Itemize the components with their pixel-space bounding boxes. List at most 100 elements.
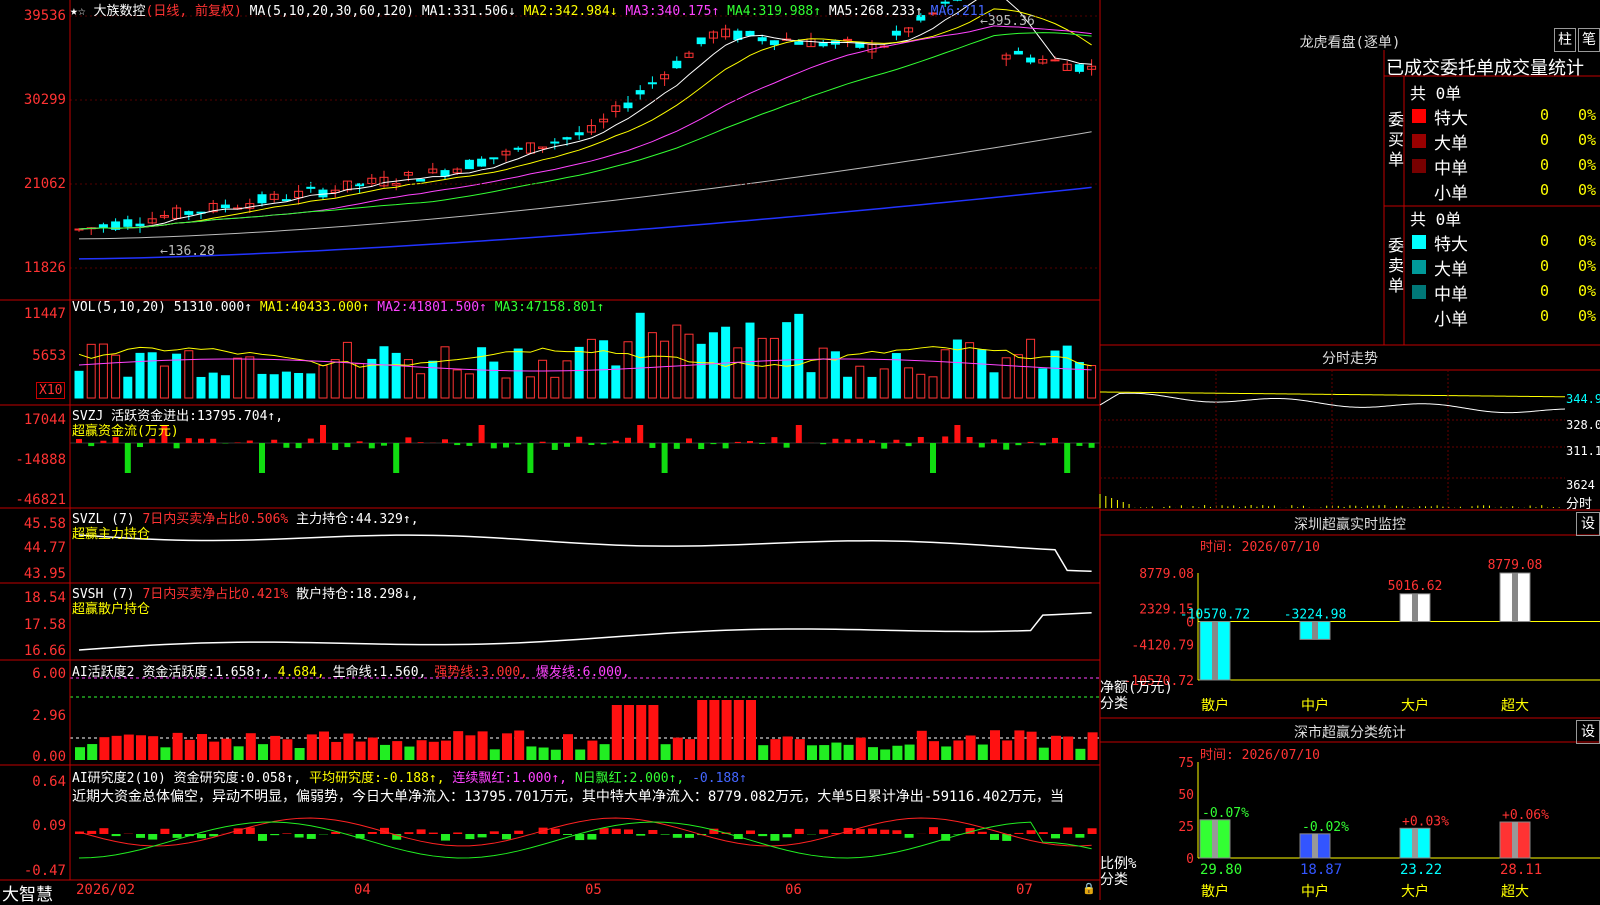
buy-row-name: 中单 [1434, 154, 1468, 179]
classify-bar-shade [1512, 822, 1518, 858]
ma2-name: MA2: [524, 4, 555, 19]
ma5-value: 268.233↑ [860, 4, 923, 19]
buy-row-qty: 0 [1540, 131, 1549, 149]
kline-y-tick: 21062 [0, 176, 66, 192]
kline-y-tick: 39536 [0, 8, 66, 24]
ma1-value: 331.506↓ [453, 4, 516, 19]
classify-time: 时间: 2026/07/10 [1200, 744, 1320, 763]
sell-row-name: 小单 [1434, 305, 1468, 330]
high-price-label: ←395.36 [980, 14, 1035, 29]
sell-row-qty: 0 [1540, 232, 1549, 250]
buy-total: 共 0单 [1410, 80, 1461, 104]
sell-color-swatch [1412, 310, 1426, 324]
monitor-category-label: 超大 [1501, 698, 1529, 714]
classify-change-label: -0.02% [1302, 820, 1349, 835]
monitor-title: 深圳超赢实时监控 [1100, 514, 1600, 534]
star-icon[interactable]: ☆ [78, 4, 86, 19]
monitor-bar-label: 8779.08 [1488, 558, 1543, 573]
monitor-category-label: 中户 [1301, 697, 1329, 714]
research-header: AI研究度2(10) 资金研究度:0.058↑, 平均研究度:-0.188↑, … [72, 767, 747, 786]
lhb-subtitle: 已成交委托单成交量统计 [1386, 54, 1584, 80]
low-price-label: ←136.28 [160, 244, 215, 259]
sell-row-qty: 0 [1540, 307, 1549, 325]
buy-side-label: 委买单 [1388, 110, 1406, 170]
vol-unit[interactable]: X10 [36, 382, 65, 399]
classify-category-label: 散户 [1201, 883, 1229, 900]
classify-change-label: -0.07% [1202, 806, 1249, 821]
classify-change-label: +0.03% [1402, 814, 1449, 829]
buy-row-name: 大单 [1434, 129, 1468, 154]
vol-y-tick: 5653 [0, 348, 66, 364]
monitor-y-tick: -4120.79 [1131, 638, 1194, 653]
research-y-tick: 0.64 [0, 774, 66, 790]
classify-category-label: 中户 [1301, 883, 1329, 900]
ma3-name: MA3: [625, 4, 656, 19]
right-panel-canvas: 8779.082329.150-4120.79-10570.72-10570.7… [0, 0, 1600, 900]
monitor-category-label: 大户 [1401, 697, 1429, 714]
sell-row-pct: 0% [1578, 257, 1600, 275]
ma-params: MA(5,10,20,30,60,120) [250, 4, 414, 19]
sell-side-label: 委卖单 [1388, 236, 1406, 296]
classify-value-label: 18.87 [1300, 862, 1342, 878]
buy-row-pct: 0% [1578, 156, 1600, 174]
buy-color-swatch [1412, 134, 1426, 148]
date-label: 07 [1016, 882, 1033, 898]
ma2-value: 342.984↓ [555, 4, 618, 19]
monitor-bar-label: -3224.98 [1284, 608, 1347, 623]
sell-row-name: 大单 [1434, 255, 1468, 280]
star-icon[interactable]: ★ [70, 4, 78, 19]
monitor-bar-label: 5016.62 [1388, 579, 1443, 594]
classify-title: 深市超赢分类统计 [1100, 722, 1600, 742]
classify-axis-label: 比例%分类 [1100, 856, 1136, 888]
svzl-y-tick: 45.58 [0, 516, 66, 532]
monitor-bar-shade [1312, 622, 1318, 640]
research-y-tick: 0.09 [0, 818, 66, 834]
intraday-label: 分时 [1566, 493, 1592, 512]
kline-mode: (日线, 前复权) [146, 4, 242, 19]
svzj-y-tick: 17044 [0, 412, 66, 428]
svzl-y-tick: 44.77 [0, 540, 66, 556]
classify-y-tick: 25 [1178, 820, 1194, 835]
buy-row-name: 小单 [1434, 179, 1468, 204]
research-y-tick: -0.47 [0, 863, 66, 879]
date-label: 06 [785, 882, 802, 898]
classify-change-label: +0.06% [1502, 808, 1549, 823]
lock-icon[interactable]: 🔒 [1082, 882, 1096, 895]
intraday-y-tick: 311.1 [1566, 444, 1600, 458]
vol-header: VOL(5,10,20) 51310.000↑ MA1:40433.000↑ M… [72, 300, 604, 315]
buy-row-qty: 0 [1540, 181, 1549, 199]
svsh-y-tick: 17.58 [0, 617, 66, 633]
tick-view-button[interactable]: 笔 [1578, 28, 1600, 52]
intraday-title: 分时走势 [1100, 348, 1600, 368]
stock-name: 大族数控 [93, 4, 145, 19]
buy-row-qty: 0 [1540, 106, 1549, 124]
classify-value-label: 23.22 [1400, 862, 1442, 878]
sell-row-qty: 0 [1540, 282, 1549, 300]
classify-settings-button[interactable]: 设 [1576, 720, 1600, 744]
vol-y-tick: 11447 [0, 306, 66, 322]
active-y-tick: 0.00 [0, 749, 66, 765]
sell-row-pct: 0% [1578, 282, 1600, 300]
sell-row-name: 特大 [1434, 230, 1468, 255]
buy-row-name: 特大 [1434, 104, 1468, 129]
ma1-name: MA1: [422, 4, 453, 19]
ma4-value: 319.988↑ [758, 4, 821, 19]
classify-value-label: 29.80 [1200, 862, 1242, 878]
svsh-sub: 超赢散户持仓 [72, 598, 150, 617]
bar-view-button[interactable]: 柱 [1554, 28, 1576, 52]
classify-category-label: 大户 [1401, 883, 1429, 900]
intraday-y-tick: 344.9 [1566, 392, 1600, 406]
monitor-settings-button[interactable]: 设 [1576, 512, 1600, 536]
kline-header: ★☆ 大族数控(日线, 前复权) MA(5,10,20,30,60,120) M… [70, 0, 993, 19]
classify-y-tick: 0 [1186, 852, 1194, 867]
sell-row-name: 中单 [1434, 280, 1468, 305]
kline-y-tick: 30299 [0, 92, 66, 108]
monitor-category-label: 散户 [1201, 697, 1229, 714]
kline-y-tick: 11826 [0, 260, 66, 276]
brand-logo: 大智慧 [2, 880, 53, 905]
classify-y-tick: 75 [1178, 756, 1194, 771]
svzj-y-tick: -46821 [0, 492, 66, 508]
monitor-time: 时间: 2026/07/10 [1200, 536, 1320, 555]
classify-value-label: 28.11 [1500, 862, 1542, 878]
ma6-name: MA6: [931, 4, 962, 19]
